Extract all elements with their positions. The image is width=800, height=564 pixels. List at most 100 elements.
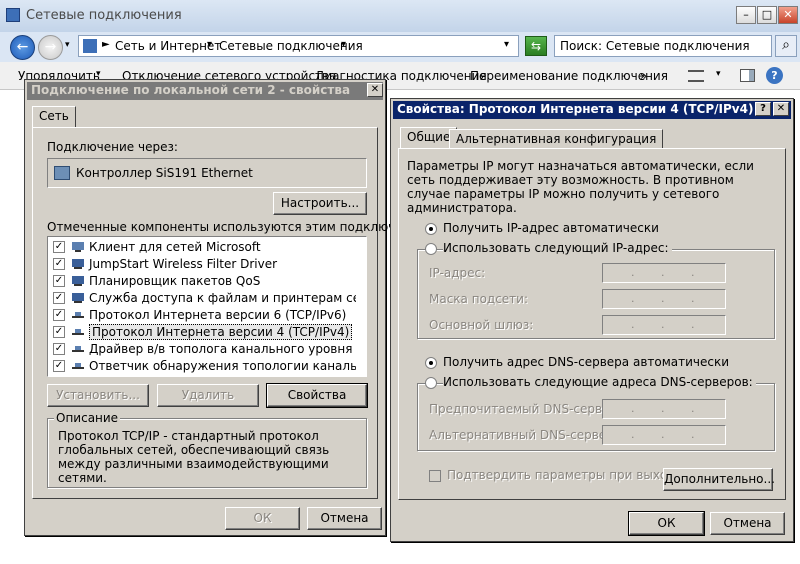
install-button[interactable]: Установить... xyxy=(47,384,149,407)
component-checkbox[interactable]: ✓ xyxy=(53,275,65,287)
refresh-icon: ⇆ xyxy=(530,39,542,53)
component-checkbox[interactable]: ✓ xyxy=(53,326,65,338)
validate-checkbox[interactable] xyxy=(429,470,441,482)
search-input[interactable]: Поиск: Сетевые подключения xyxy=(560,39,750,53)
adapter-properties-title: Подключение по локальной сети 2 - свойст… xyxy=(27,82,383,100)
adapter-dialog-title: Подключение по локальной сети 2 - свойст… xyxy=(31,83,351,97)
preferred-dns-label: Предпочитаемый DNS-сервер: xyxy=(429,402,622,416)
alternate-dns-input[interactable]: ... xyxy=(602,425,726,445)
list-item[interactable]: ✓ Служба доступа к файлам и принтерам сет… xyxy=(51,290,356,307)
minimize-button[interactable]: – xyxy=(736,6,756,24)
forward-button[interactable]: → xyxy=(38,35,63,60)
ip-auto-label[interactable]: Получить IP-адрес автоматически xyxy=(443,221,659,235)
dns-auto-radio[interactable] xyxy=(425,357,437,369)
breadcrumb-item-network[interactable]: Сеть и Интернет xyxy=(115,39,221,53)
dns-auto-label[interactable]: Получить адрес DNS-сервера автоматически xyxy=(443,355,729,369)
general-tab-panel: Параметры IP могут назначаться автоматич… xyxy=(398,148,786,500)
components-list[interactable]: ✓ Клиент для сетей Microsoft ✓ JumpStart W… xyxy=(47,236,367,377)
back-arrow-icon: ← xyxy=(16,39,29,55)
list-item[interactable]: ✓ JumpStart Wireless Filter Driver xyxy=(51,256,356,273)
protocol-icon xyxy=(71,325,85,338)
component-label: Драйвер в/в тополога канального уровня xyxy=(89,342,353,356)
list-item[interactable]: ✓ Драйвер в/в тополога канального уровня xyxy=(51,341,356,358)
component-label: Ответчик обнаружения топологии канальног… xyxy=(89,359,356,373)
preferred-dns-input[interactable]: ... xyxy=(602,399,726,419)
component-checkbox[interactable]: ✓ xyxy=(53,241,65,253)
ip-address-input[interactable]: ... xyxy=(602,263,726,283)
tab-alternate-config[interactable]: Альтернативная конфигурация xyxy=(449,129,664,149)
explorer-title-bar: Сетевые подключения – □ ✕ xyxy=(0,0,800,32)
ipv4-properties-title: Свойства: Протокол Интернета версии 4 (T… xyxy=(393,101,791,119)
component-label: Протокол Интернета версии 4 (TCP/IPv4) xyxy=(89,324,353,340)
network-client-icon xyxy=(71,240,85,253)
list-item[interactable]: ✓ Планировщик пакетов QoS xyxy=(51,273,356,290)
explorer-title: Сетевые подключения xyxy=(26,8,182,23)
adapter-properties-dialog: Подключение по локальной сети 2 - свойст… xyxy=(24,79,439,536)
component-checkbox[interactable]: ✓ xyxy=(53,309,65,321)
list-item[interactable]: ✓ Ответчик обнаружения топологии канально… xyxy=(51,358,356,375)
history-dropdown-icon[interactable]: ▾ xyxy=(65,40,70,50)
adapter-dialog-close-button[interactable]: ✕ xyxy=(367,83,383,97)
subnet-mask-label: Маска подсети: xyxy=(429,292,529,306)
configure-button[interactable]: Настроить... xyxy=(273,192,367,215)
list-item[interactable]: ✓ Протокол Интернета версии 4 (TCP/IPv4) xyxy=(51,324,356,341)
back-button[interactable]: ← xyxy=(10,35,35,60)
view-icon[interactable] xyxy=(688,70,704,82)
ipv4-close-button[interactable]: ✕ xyxy=(773,102,789,116)
ipv4-help-button[interactable]: ? xyxy=(755,102,771,116)
adapter-cancel-button[interactable]: Отмена xyxy=(307,507,382,530)
component-label: Протокол Интернета версии 6 (TCP/IPv6) xyxy=(89,308,347,322)
cmd-organize-dropdown-icon[interactable]: ▾ xyxy=(96,69,101,79)
gateway-input[interactable]: ... xyxy=(602,315,726,335)
component-checkbox[interactable]: ✓ xyxy=(53,360,65,372)
components-label: Отмеченные компоненты используются этим … xyxy=(47,220,439,234)
refresh-button[interactable]: ⇆ xyxy=(525,36,547,56)
properties-button[interactable]: Свойства xyxy=(266,383,368,408)
adapter-ok-button[interactable]: ОК xyxy=(225,507,300,530)
view-dropdown-icon[interactable]: ▾ xyxy=(716,69,721,79)
preview-pane-icon[interactable] xyxy=(740,69,755,82)
component-label: JumpStart Wireless Filter Driver xyxy=(89,257,278,271)
breadcrumb-separator-icon[interactable]: ► xyxy=(102,39,110,50)
maximize-button[interactable]: □ xyxy=(757,6,777,24)
list-item[interactable]: ✓ Клиент для сетей Microsoft xyxy=(51,239,356,256)
intro-text: Параметры IP могут назначаться автоматич… xyxy=(407,159,754,215)
close-button[interactable]: ✕ xyxy=(778,6,798,24)
protocol-icon xyxy=(71,359,85,372)
subnet-mask-input[interactable]: ... xyxy=(602,289,726,309)
breadcrumb-separator-icon[interactable]: ▾ xyxy=(341,39,346,50)
ip-auto-radio[interactable] xyxy=(425,223,437,235)
address-dropdown-icon[interactable]: ▾ xyxy=(504,39,509,50)
component-checkbox[interactable]: ✓ xyxy=(53,258,65,270)
search-icon: ⌕ xyxy=(782,37,790,53)
component-checkbox[interactable]: ✓ xyxy=(53,292,65,304)
component-label: Клиент для сетей Microsoft xyxy=(89,240,261,254)
validate-label[interactable]: Подтвердить параметры при выходе xyxy=(447,468,683,482)
ip-address-label: IP-адрес: xyxy=(429,266,486,280)
breadcrumb-separator-icon[interactable]: ▾ xyxy=(207,39,212,50)
tab-network[interactable]: Сеть xyxy=(32,106,76,128)
network-adapter-icon xyxy=(54,166,70,180)
ip-manual-radio[interactable] xyxy=(425,243,437,255)
description-legend: Описание xyxy=(54,411,121,425)
search-box[interactable]: Поиск: Сетевые подключения xyxy=(554,35,772,57)
remove-button[interactable]: Удалить xyxy=(157,384,259,407)
component-label: Планировщик пакетов QoS xyxy=(89,274,261,288)
network-folder-icon xyxy=(6,8,20,22)
search-button[interactable]: ⌕ xyxy=(775,35,797,57)
help-icon[interactable]: ? xyxy=(766,67,783,84)
cmd-more[interactable]: » xyxy=(640,69,647,83)
breadcrumb[interactable]: ► Сеть и Интернет ▾ Сетевые подключения … xyxy=(78,35,519,57)
ipv4-ok-button[interactable]: ОК xyxy=(628,511,705,536)
advanced-button[interactable]: Дополнительно... xyxy=(663,468,775,491)
connect-via-label: Подключение через: xyxy=(47,140,178,154)
dns-manual-label[interactable]: Использовать следующие адреса DNS-сервер… xyxy=(443,375,756,389)
component-checkbox[interactable]: ✓ xyxy=(53,343,65,355)
ipv4-cancel-button[interactable]: Отмена xyxy=(710,512,785,535)
protocol-icon xyxy=(71,342,85,355)
network-service-icon xyxy=(71,257,85,270)
dns-manual-radio[interactable] xyxy=(425,377,437,389)
cmd-rename[interactable]: Переименование подключения xyxy=(470,69,668,83)
list-item[interactable]: ✓ Протокол Интернета версии 6 (TCP/IPv6) xyxy=(51,307,356,324)
ip-manual-label[interactable]: Использовать следующий IP-адрес: xyxy=(443,241,672,255)
